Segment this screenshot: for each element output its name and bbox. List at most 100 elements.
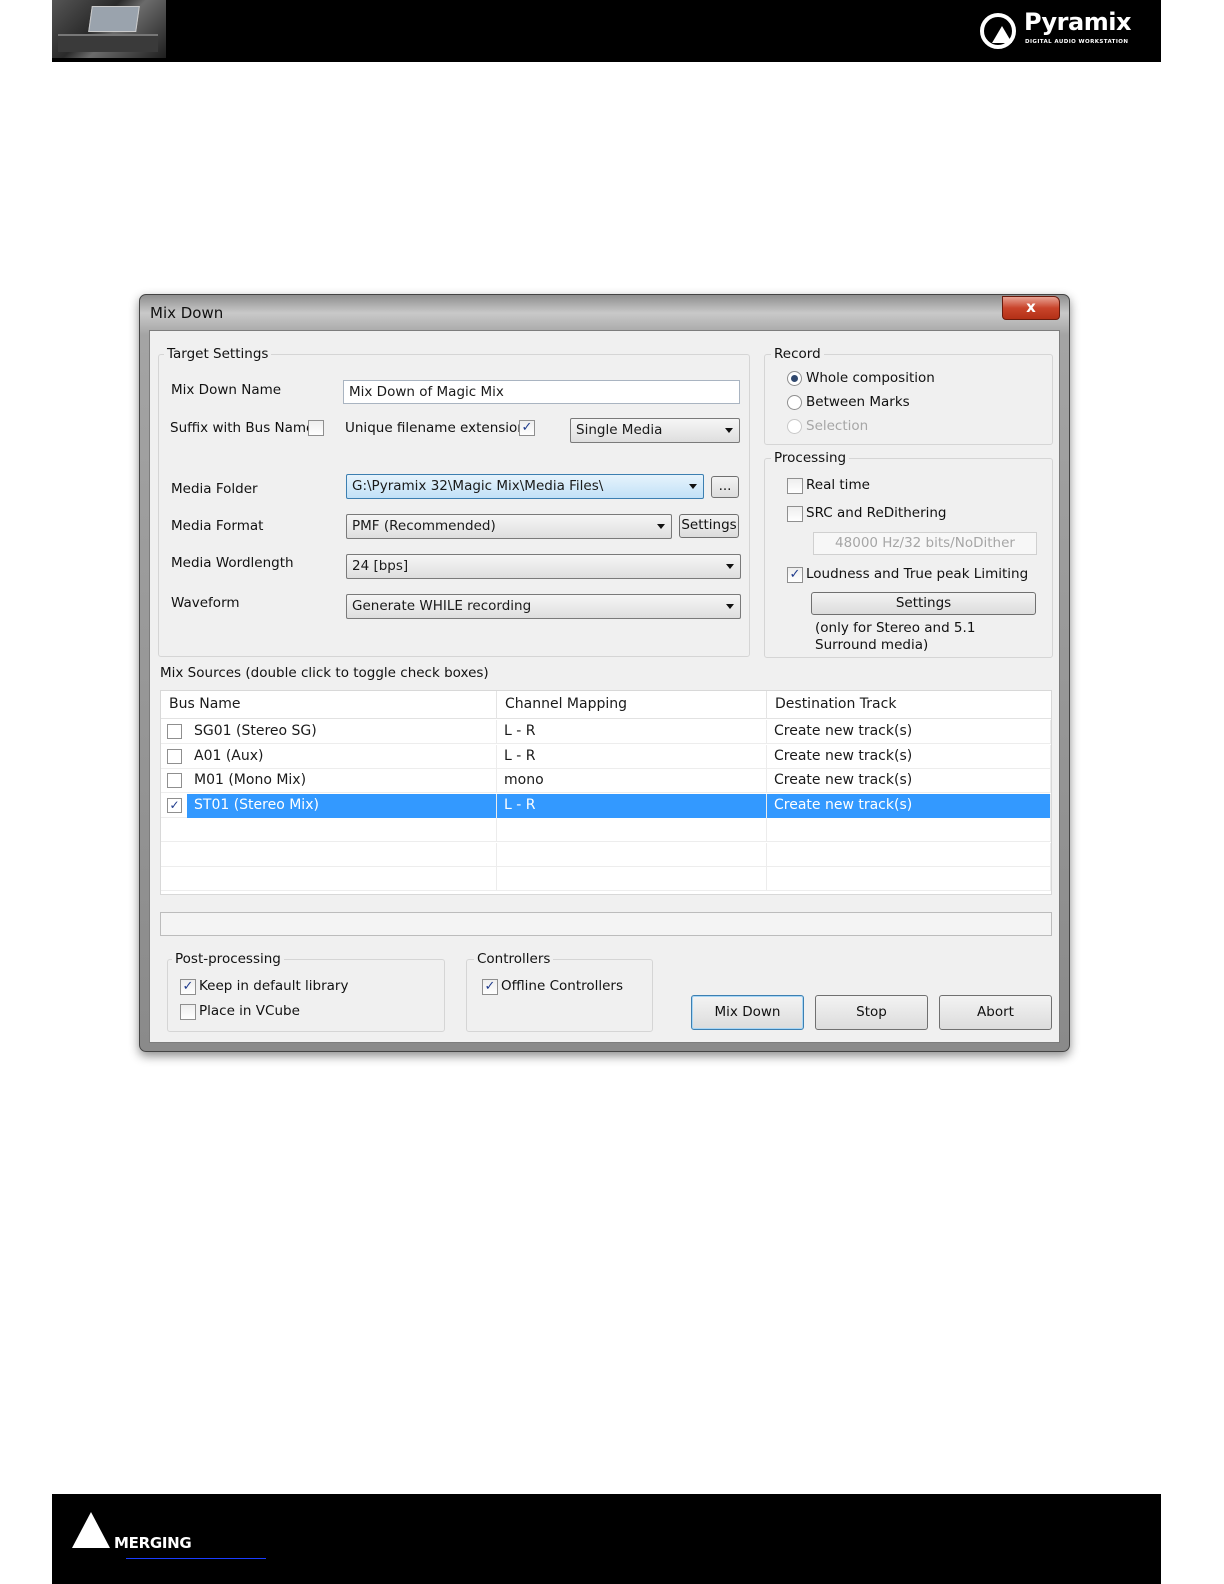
empty-cell <box>161 818 497 842</box>
merging-logo-icon <box>72 1512 110 1548</box>
src-redithering-label: SRC and ReDithering <box>806 505 947 521</box>
controllers-title: Controllers <box>474 951 554 967</box>
stop-button[interactable]: Stop <box>815 995 928 1030</box>
chevron-down-icon <box>657 524 665 529</box>
record-option-label: Whole composition <box>806 370 935 386</box>
empty-cell <box>161 867 497 891</box>
empty-row <box>161 842 1051 867</box>
footer-link-underline <box>126 1558 266 1559</box>
row-checkbox[interactable] <box>167 748 182 764</box>
row-checkbox[interactable] <box>167 724 182 739</box>
table-row[interactable]: ST01 (Stereo Mix) L - R Create new track(s… <box>161 793 1051 818</box>
table-cell-mapping: L - R <box>497 744 767 769</box>
browse-folder-button[interactable]: ... <box>711 476 739 498</box>
place-vcube-checkbox[interactable] <box>180 1004 196 1020</box>
record-radio-2[interactable] <box>787 419 802 434</box>
table-row[interactable]: A01 (Aux) L - R Create new track(s) <box>161 744 1051 769</box>
waveform-label: Waveform <box>171 595 240 611</box>
processing-title: Processing <box>771 450 850 466</box>
table-row[interactable]: M01 (Mono Mix) mono Create new track(s) <box>161 769 1051 793</box>
empty-row <box>161 867 1051 891</box>
list-header: Bus Name Channel Mapping Destination Tra… <box>161 691 1051 719</box>
abort-button[interactable]: Abort <box>939 995 1052 1030</box>
media-format-select[interactable]: PMF (Recommended) <box>346 514 672 539</box>
keep-library-checkbox[interactable]: ✓ <box>180 979 196 995</box>
waveform-select[interactable]: Generate WHILE recording <box>346 594 741 619</box>
table-cell-bus: ST01 (Stereo Mix) <box>187 793 497 818</box>
empty-cell <box>767 842 1051 867</box>
column-channel-mapping[interactable]: Channel Mapping <box>497 691 767 719</box>
table-cell-dest: Create new track(s) <box>767 769 1051 793</box>
realtime-checkbox[interactable] <box>787 478 803 494</box>
table-cell-mapping: L - R <box>497 720 767 744</box>
chevron-down-icon <box>689 484 697 489</box>
media-folder-value: G:\Pyramix 32\Magic Mix\Media Files\ <box>352 478 604 494</box>
pyramix-logo-text: Pyramix <box>1024 8 1131 36</box>
record-radio-1[interactable] <box>787 395 802 410</box>
column-destination-track[interactable]: Destination Track <box>767 691 1051 719</box>
media-wordlength-select[interactable]: 24 [bps] <box>346 554 741 579</box>
record-option-label: Selection <box>806 418 869 434</box>
photo-monitor <box>88 6 140 32</box>
column-bus-name[interactable]: Bus Name <box>161 691 497 719</box>
media-mode-value: Single Media <box>576 422 663 438</box>
table-cell-mapping: L - R <box>497 793 767 818</box>
page-header-band: Pyramix DIGITAL AUDIO WORKSTATION <box>52 0 1161 62</box>
loudness-checkbox[interactable]: ✓ <box>787 567 803 583</box>
media-format-settings-button[interactable]: Settings <box>679 514 739 538</box>
empty-cell <box>767 818 1051 842</box>
table-row[interactable]: SG01 (Stereo SG) L - R Create new track(s) <box>161 720 1051 744</box>
merging-logo-text: MERGING <box>114 1534 192 1552</box>
empty-cell <box>767 867 1051 891</box>
loudness-note: (only for Stereo and 5.1 Surround media) <box>815 620 976 653</box>
post-processing-title: Post-processing <box>172 951 284 967</box>
media-format-value: PMF (Recommended) <box>352 518 496 534</box>
row-checkbox[interactable] <box>167 773 182 788</box>
unique-extension-label: Unique filename extension <box>345 420 526 436</box>
realtime-label: Real time <box>806 477 870 493</box>
unique-extension-checkbox[interactable]: ✓ <box>519 420 535 436</box>
place-vcube-label: Place in VCube <box>199 1003 300 1019</box>
offline-controllers-checkbox[interactable]: ✓ <box>482 979 498 995</box>
row-checkbox[interactable]: ✓ <box>167 797 182 813</box>
media-wordlength-label: Media Wordlength <box>171 555 294 571</box>
post-processing-group <box>167 959 445 1032</box>
target-settings-title: Target Settings <box>164 346 272 362</box>
chevron-down-icon <box>726 564 734 569</box>
offline-controllers-label: Offline Controllers <box>501 978 624 994</box>
loudness-label: Loudness and True peak Limiting <box>806 566 1029 582</box>
progress-bar <box>160 912 1052 936</box>
empty-cell <box>497 842 767 867</box>
table-cell-dest: Create new track(s) <box>767 744 1051 769</box>
dialog-client-area: Target Settings Mix Down Name Mix Down o… <box>149 330 1060 1043</box>
src-redithering-checkbox[interactable] <box>787 506 803 522</box>
close-button[interactable]: x <box>1002 296 1060 320</box>
pyramix-tagline: DIGITAL AUDIO WORKSTATION <box>1025 39 1129 45</box>
suffix-bus-name-checkbox[interactable] <box>308 420 324 436</box>
photo-console <box>58 34 158 52</box>
record-option-label: Between Marks <box>806 394 910 410</box>
mixdown-name-input[interactable]: Mix Down of Magic Mix <box>343 380 740 404</box>
empty-row <box>161 818 1051 842</box>
chevron-down-icon <box>726 604 734 609</box>
pyramix-logo-icon <box>980 13 1016 49</box>
mixdown-dialog: Mix Down x Target Settings Mix Down Name… <box>139 294 1070 1052</box>
media-format-label: Media Format <box>171 518 264 534</box>
media-mode-select[interactable]: Single Media <box>570 418 740 443</box>
empty-cell <box>497 867 767 891</box>
table-cell-dest: Create new track(s) <box>767 793 1051 818</box>
table-cell-bus: SG01 (Stereo SG) <box>187 720 497 744</box>
radio-selected-dot <box>791 375 798 382</box>
media-folder-select[interactable]: G:\Pyramix 32\Magic Mix\Media Files\ <box>346 474 704 499</box>
record-radio-0[interactable] <box>787 371 802 386</box>
table-cell-bus: M01 (Mono Mix) <box>187 769 497 793</box>
empty-cell <box>497 818 767 842</box>
loudness-settings-button[interactable]: Settings <box>811 592 1036 615</box>
close-icon: x <box>1026 298 1036 316</box>
dialog-title: Mix Down <box>150 304 224 322</box>
media-folder-label: Media Folder <box>171 481 258 497</box>
mix-sources-list[interactable]: Bus Name Channel Mapping Destination Tra… <box>160 690 1052 895</box>
pyramix-logo: Pyramix DIGITAL AUDIO WORKSTATION <box>980 8 1145 52</box>
page-footer-band: MERGING <box>52 1494 1161 1584</box>
mixdown-button[interactable]: Mix Down <box>691 995 804 1030</box>
